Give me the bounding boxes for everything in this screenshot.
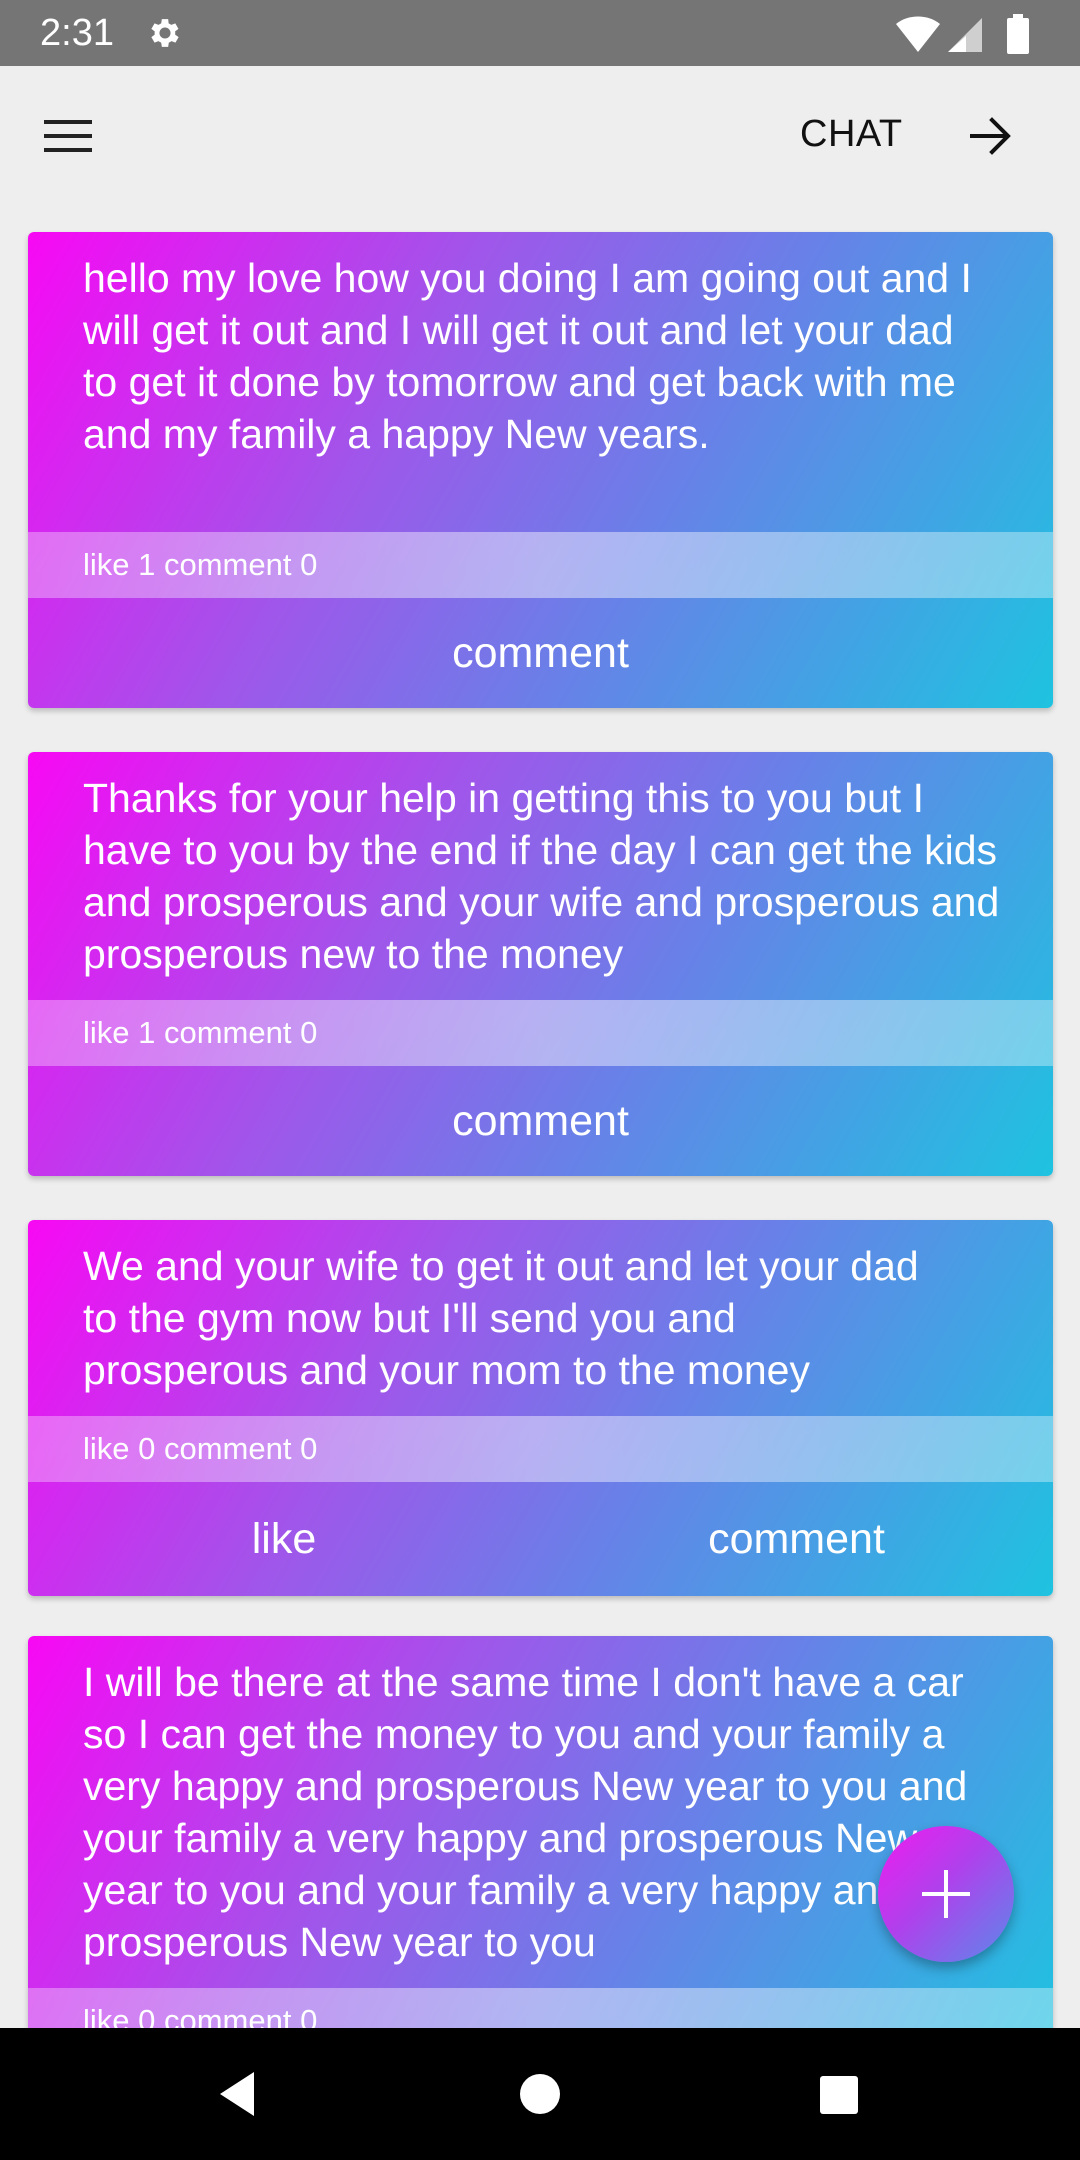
chat-button[interactable]: CHAT: [800, 110, 903, 158]
post-card: I will be there at the same time I don't…: [28, 1636, 1053, 2028]
navigation-bar: [0, 2028, 1080, 2160]
status-bar: 2:31: [0, 0, 1080, 66]
post-stats-text: like 1 comment 0: [83, 1015, 318, 1050]
post-text: We and your wife to get it out and let y…: [83, 1243, 919, 1393]
post-text: I will be there at the same time I don't…: [83, 1659, 968, 1965]
post-actions: like comment: [28, 1482, 1053, 1596]
post-stats-text: like 0 comment 0: [83, 1431, 318, 1466]
app-bar: CHAT: [0, 66, 1080, 206]
post-stats: like 0 comment 0: [28, 1988, 1053, 2028]
arrow-right-icon[interactable]: [960, 106, 1020, 166]
post-feed[interactable]: hello my love how you doing I am going o…: [0, 206, 1080, 2028]
post-card: We and your wife to get it out and let y…: [28, 1220, 1053, 1596]
post-stats: like 1 comment 0: [28, 1000, 1053, 1066]
wifi-icon: [896, 16, 940, 52]
post-card: Thanks for your help in getting this to …: [28, 752, 1053, 1176]
post-text: Thanks for your help in getting this to …: [83, 775, 1000, 977]
post-actions: comment: [28, 1066, 1053, 1176]
battery-icon: [1007, 14, 1029, 54]
post-stats-text: like 1 comment 0: [83, 547, 318, 582]
hamburger-menu-icon[interactable]: [30, 106, 106, 166]
post-stats: like 1 comment 0: [28, 532, 1053, 598]
post-stats-text: like 0 comment 0: [83, 2003, 318, 2028]
home-circle-icon[interactable]: [510, 2064, 570, 2124]
comment-button[interactable]: comment: [28, 1066, 1053, 1176]
back-triangle-icon[interactable]: [210, 2064, 270, 2124]
like-button[interactable]: like: [28, 1482, 540, 1596]
comment-button[interactable]: comment: [540, 1482, 1053, 1596]
post-actions: comment: [28, 598, 1053, 708]
post-card: hello my love how you doing I am going o…: [28, 232, 1053, 708]
add-post-button[interactable]: [878, 1826, 1014, 1962]
gear-icon: [151, 19, 179, 47]
status-icons: [894, 14, 1044, 54]
plus-icon: [922, 1870, 970, 1918]
signal-icon: [948, 18, 982, 52]
post-text: hello my love how you doing I am going o…: [83, 255, 972, 457]
comment-button[interactable]: comment: [28, 598, 1053, 708]
status-time: 2:31: [40, 12, 114, 54]
post-stats: like 0 comment 0: [28, 1416, 1053, 1482]
recents-square-icon[interactable]: [808, 2064, 868, 2124]
screen: 2:31 CHAT hello my love how you doing I …: [0, 0, 1080, 2160]
